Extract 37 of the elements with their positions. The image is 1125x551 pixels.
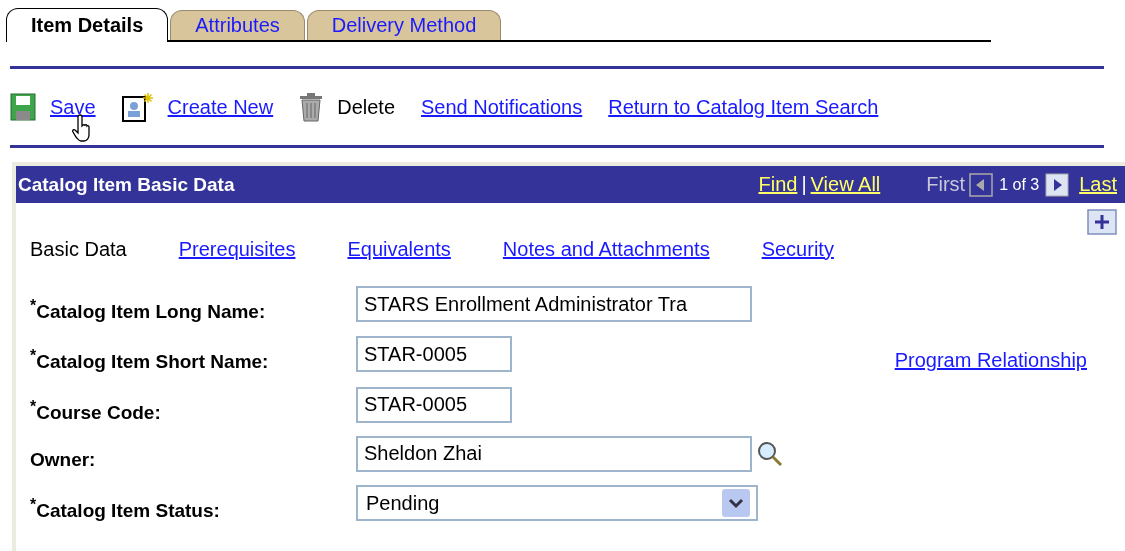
toolbar-link[interactable]: Create New <box>167 95 274 119</box>
field-label: $^{*}$Catalog Item Long Name: <box>30 296 267 324</box>
tab[interactable]: Delivery Method <box>306 10 502 40</box>
panel-title: Catalog Item Basic Data <box>18 173 236 196</box>
program-relationship-link[interactable]: Program Relationship <box>894 349 1087 372</box>
find-link[interactable]: Find <box>758 173 798 196</box>
field-label: Owner: <box>30 448 97 471</box>
input-field[interactable]: STAR-0005 <box>356 386 512 423</box>
sub-tab[interactable]: Security <box>761 237 834 261</box>
sub-tab[interactable]: Notes and Attachments <box>502 237 710 261</box>
input-field[interactable]: Sheldon Zhai <box>356 436 752 472</box>
tab[interactable]: Attributes <box>170 10 305 40</box>
view-all-link[interactable]: View All <box>810 173 881 196</box>
first-label: First <box>926 173 966 196</box>
field-label: $^{*}$Course Code: <box>30 396 162 424</box>
field-label: $^{*}$Catalog Item Status: <box>30 495 221 523</box>
status-dropdown[interactable]: Pending <box>356 485 758 522</box>
last-link[interactable]: Last <box>1079 173 1117 196</box>
sub-tab[interactable]: Prerequisites <box>178 237 296 261</box>
page-counter: 1 of 3 <box>999 175 1040 194</box>
input-field[interactable]: STARS Enrollment Administrator Tra <box>356 286 752 323</box>
next-icon[interactable] <box>1045 172 1070 197</box>
trash-can-icon <box>299 92 324 122</box>
sub-tab[interactable]: Basic Data <box>30 237 127 261</box>
toolbar-link[interactable]: Send Notifications <box>421 95 583 119</box>
previous-icon <box>969 172 994 197</box>
new-document-icon <box>121 92 154 122</box>
input-field[interactable]: STAR-0005 <box>356 336 512 373</box>
separator: | <box>801 173 807 196</box>
add-icon[interactable] <box>1087 209 1117 235</box>
field-label: $^{*}$Catalog Item Short Name: <box>30 346 270 374</box>
delete-label: Delete <box>337 95 395 119</box>
sub-tab[interactable]: Equivalents <box>347 237 451 261</box>
search-icon[interactable] <box>756 440 784 468</box>
toolbar-link[interactable]: Return to Catalog Item Search <box>608 95 879 119</box>
tab[interactable]: Item Details <box>6 8 169 42</box>
toolbar-link[interactable]: Save <box>50 95 96 119</box>
